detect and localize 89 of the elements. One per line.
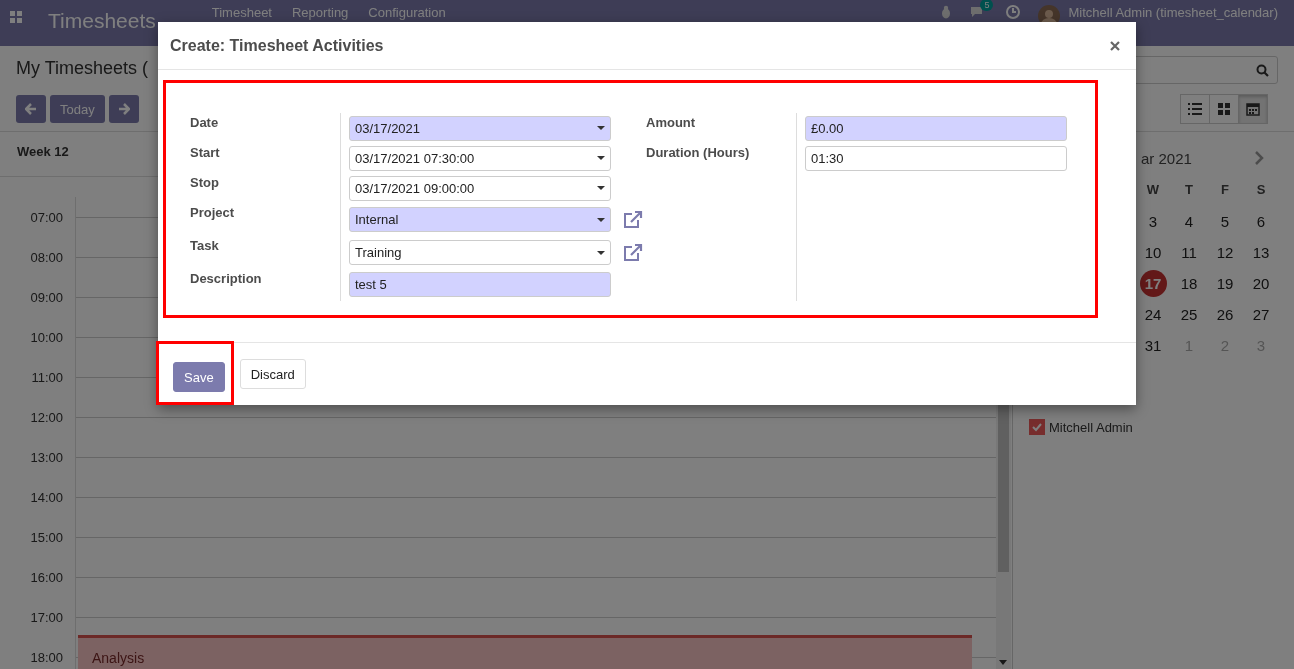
hour-label: 10:00	[30, 329, 63, 345]
calendar-day[interactable]: 17	[1139, 270, 1167, 297]
calendar-day[interactable]: 24	[1139, 301, 1167, 328]
dialog-title: Create: Timesheet Activities	[170, 36, 384, 55]
calendar-day[interactable]: 13	[1247, 239, 1275, 266]
bug-icon	[940, 5, 953, 19]
field-label: Start	[190, 145, 221, 162]
calendar-day[interactable]: 26	[1211, 301, 1239, 328]
weekday-label: S	[1255, 181, 1267, 199]
save-button[interactable]: Save	[173, 362, 225, 392]
hour-label: 14:00	[30, 489, 63, 505]
user-name[interactable]: Mitchell Admin (timesheet_calendar)	[1068, 5, 1278, 20]
field-label: Task	[190, 238, 220, 255]
field-label: Amount	[646, 115, 697, 132]
dropdown-field[interactable]: 03/17/2021	[349, 115, 611, 141]
calendar-day[interactable]: 31	[1139, 332, 1167, 359]
hour-label: 09:00	[30, 289, 63, 305]
caret-icon	[597, 126, 605, 130]
hour-label: 07:00	[30, 209, 63, 225]
calendar-day[interactable]: 19	[1211, 270, 1239, 297]
calendar-view-button[interactable]	[1238, 94, 1268, 124]
input-field[interactable]: 01:30	[805, 145, 1067, 171]
menu-item[interactable]: Configuration	[368, 5, 446, 20]
calendar-event[interactable]: Analysis	[78, 635, 972, 669]
discard-button[interactable]: Discard	[239, 359, 306, 389]
list-view-button[interactable]	[1180, 94, 1210, 124]
hour-label: 15:00	[30, 529, 63, 545]
field-label: Stop	[190, 175, 220, 192]
hour-label: 12:00	[30, 409, 63, 425]
app-title[interactable]: Timesheets	[48, 9, 156, 33]
month-label: ar 2021	[1141, 149, 1193, 167]
event-title: Analysis	[92, 650, 145, 666]
next-button[interactable]	[108, 95, 139, 123]
page-title: My Timesheets (	[16, 58, 149, 80]
field-label: Duration (Hours)	[646, 145, 751, 162]
kanban-view-button[interactable]	[1209, 94, 1239, 124]
search-icon	[1256, 64, 1269, 77]
checkbox[interactable]	[1029, 419, 1045, 435]
dropdown-field[interactable]: Training	[349, 240, 611, 265]
previous-button[interactable]	[16, 95, 46, 123]
scroll-down-icon	[999, 660, 1007, 665]
grid-icon	[1217, 102, 1231, 116]
calendar-day[interactable]: 27	[1247, 301, 1275, 328]
filter-label: Mitchell Admin	[1049, 419, 1133, 435]
list-icon	[1188, 102, 1202, 116]
calendar-day[interactable]: 10	[1139, 239, 1167, 266]
external-link-icon[interactable]	[623, 243, 643, 262]
caret-icon	[597, 217, 605, 222]
today-button[interactable]: Today	[50, 95, 105, 123]
menu-item[interactable]: Reporting	[292, 5, 349, 20]
calendar-day[interactable]: 25	[1175, 301, 1203, 328]
calendar-day[interactable]: 12	[1211, 239, 1239, 266]
hour-label: 08:00	[30, 249, 63, 265]
calendar-icon	[1246, 102, 1260, 116]
calendar-day[interactable]: 3	[1139, 208, 1167, 235]
calendar-day[interactable]: 5	[1211, 208, 1239, 235]
calendar-day[interactable]: 11	[1175, 239, 1203, 266]
hour-label: 11:00	[31, 369, 63, 385]
calendar-day[interactable]: 18	[1175, 270, 1203, 297]
message-count: 5	[980, 0, 994, 11]
calendar-day[interactable]: 6	[1247, 208, 1275, 235]
hour-label: 16:00	[30, 569, 63, 585]
apps-menu-icon	[10, 11, 22, 23]
weekday-label: W	[1145, 181, 1161, 199]
field-label: Project	[190, 205, 236, 222]
caret-icon	[597, 250, 605, 255]
chevron-right-icon	[1254, 151, 1264, 165]
dropdown-field[interactable]: Internal	[349, 207, 611, 232]
hour-label: 13:00	[30, 449, 63, 465]
weekday-label: F	[1220, 181, 1230, 199]
menu-item[interactable]: Timesheet	[211, 5, 272, 20]
caret-icon	[597, 156, 605, 160]
calendar-day[interactable]: 20	[1247, 270, 1275, 297]
field-label: Description	[190, 271, 263, 288]
clock-icon	[1006, 5, 1021, 19]
calendar-day[interactable]: 4	[1175, 208, 1203, 235]
hour-label: 18:00	[30, 649, 63, 665]
close-icon	[1110, 40, 1120, 51]
input-field[interactable]: £0.00	[805, 115, 1067, 141]
weekday-label: T	[1184, 181, 1194, 199]
arrow-left-icon	[25, 103, 37, 115]
field-label: Date	[190, 115, 220, 132]
caret-icon	[597, 186, 605, 190]
input-field[interactable]: test 5	[349, 271, 611, 297]
arrow-right-icon	[117, 103, 130, 115]
hour-label: 17:00	[30, 609, 63, 625]
dropdown-field[interactable]: 03/17/2021 07:30:00	[349, 145, 611, 171]
dropdown-field[interactable]: 03/17/2021 09:00:00	[349, 175, 611, 201]
external-link-icon[interactable]	[623, 210, 643, 229]
